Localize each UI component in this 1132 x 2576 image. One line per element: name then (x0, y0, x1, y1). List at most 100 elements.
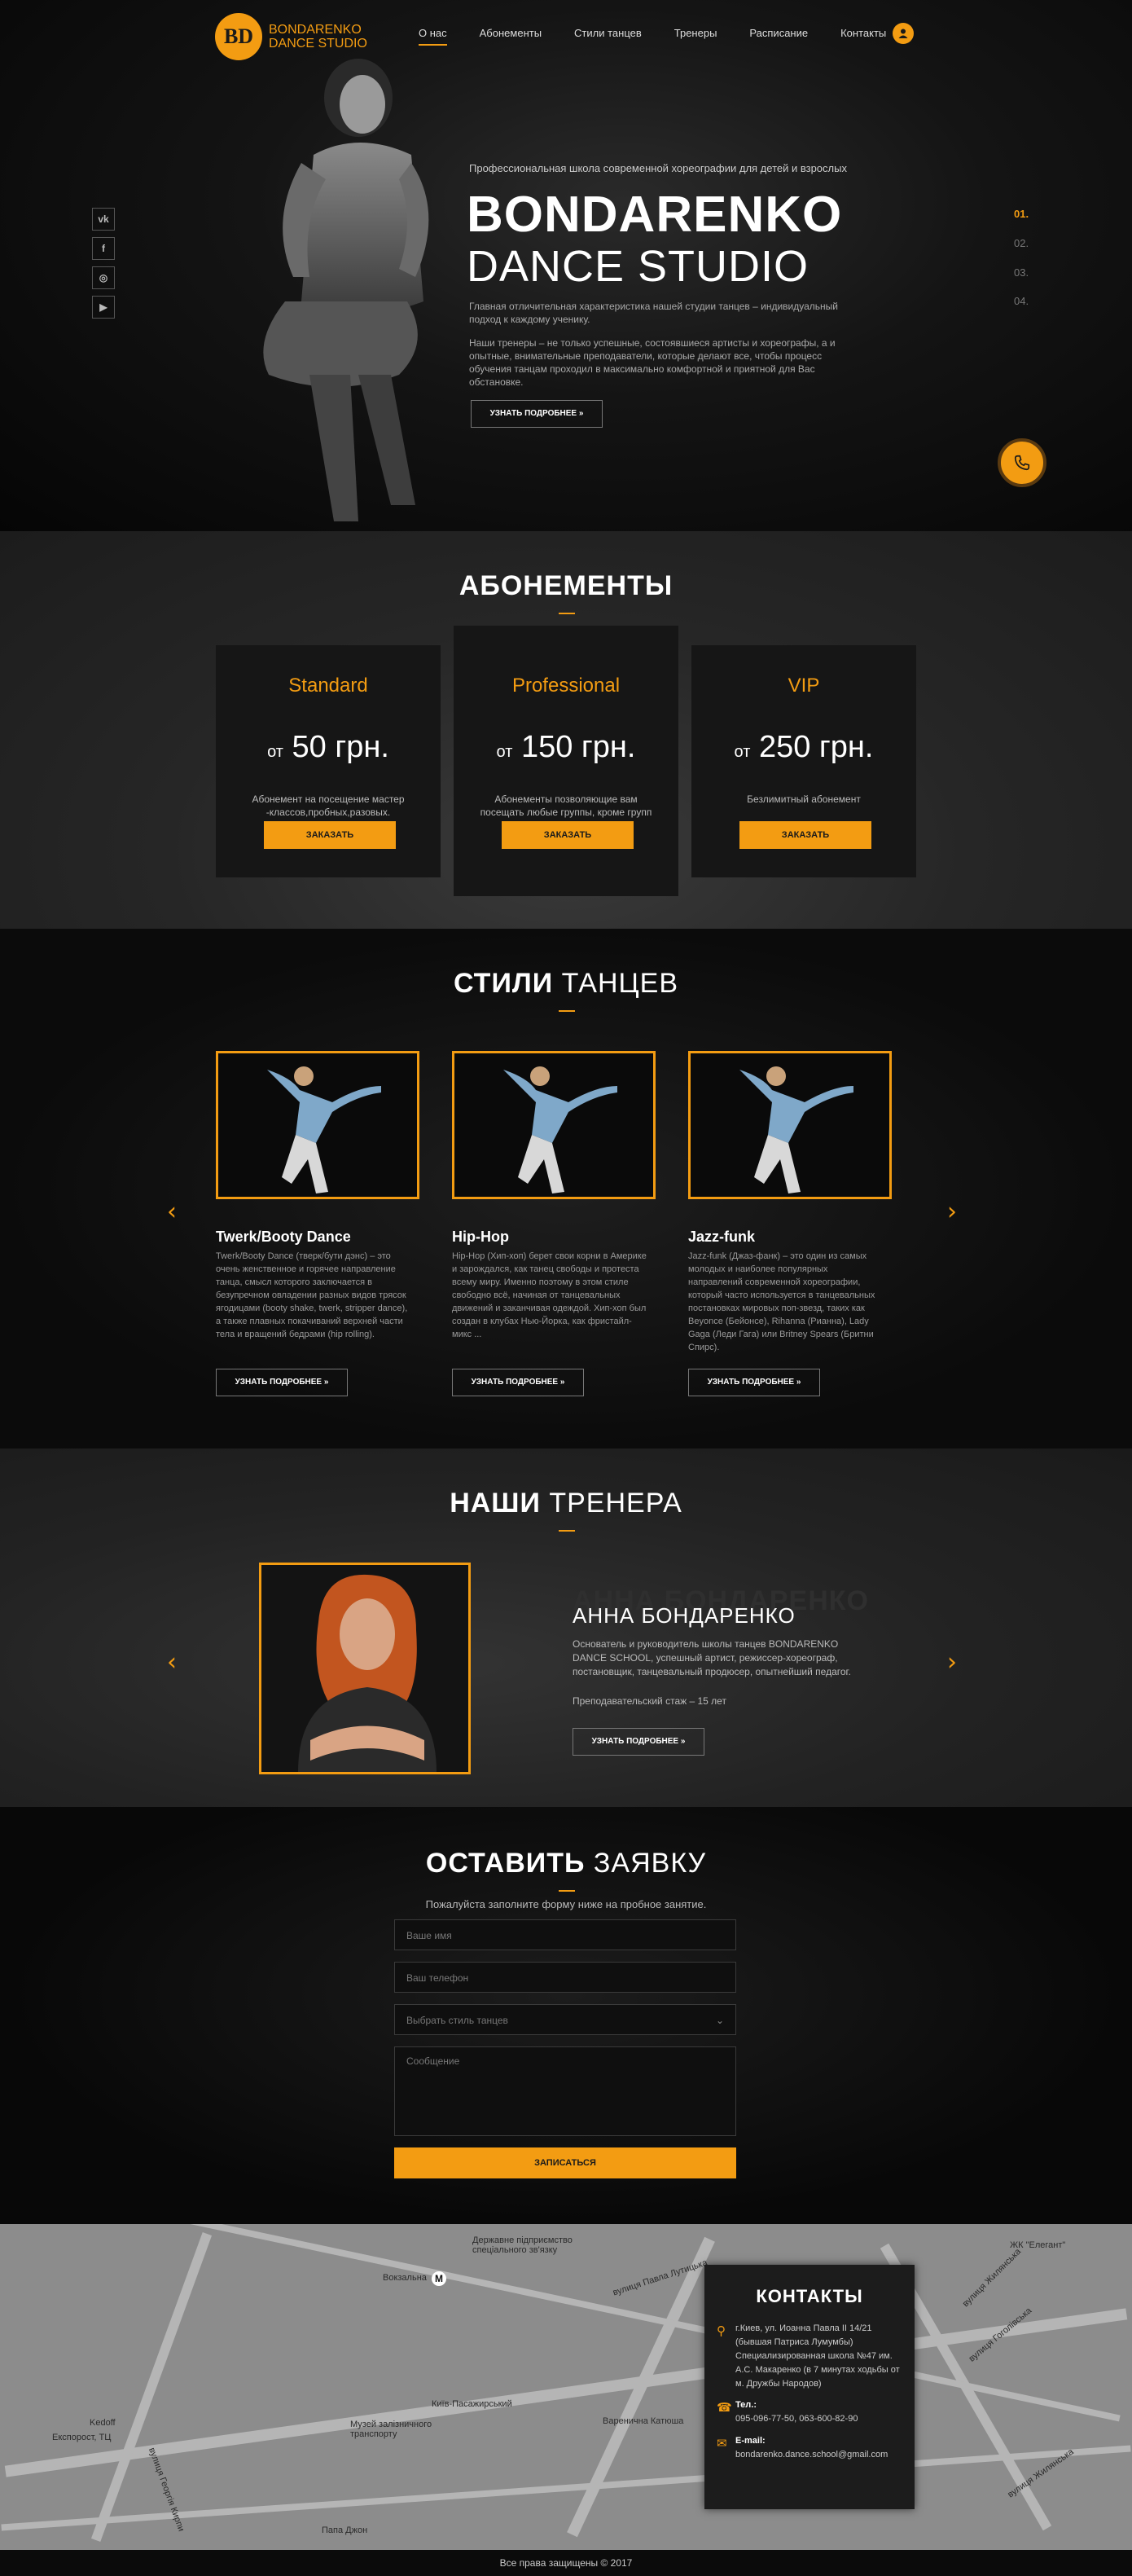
map-road (90, 2232, 213, 2542)
plan-price: от 150 грн. (496, 730, 636, 764)
footer: Все права защищены © 2017 (0, 2550, 1132, 2576)
map-label: Музей залізничного транспорту (350, 2420, 432, 2439)
hero-learn-more-button[interactable]: УЗНАТЬ ПОДРОБНЕЕ » (471, 400, 603, 428)
youtube-icon[interactable]: ▶ (92, 296, 115, 319)
dance-learn-more-button[interactable]: УЗНАТЬ ПОДРОБНЕЕ » (688, 1369, 820, 1396)
dance-description: Jazz-funk (Джаз-фанк) – это один из самы… (688, 1251, 875, 1352)
dance-styles-section: СТИЛИ ТАНЦЕВ ‹ › Twerk/Booty Dance Hip-H… (0, 929, 1132, 1448)
contacts-tel[interactable]: 095-096-77-50, 063-600-82-90 (735, 2412, 906, 2426)
submit-button[interactable]: ЗАПИСАТЬСЯ (394, 2147, 736, 2178)
order-button[interactable]: ЗАКАЗАТЬ (502, 821, 634, 849)
logo-line1: BONDARENKO (269, 23, 362, 37)
chevron-down-icon: ⌄ (715, 2015, 724, 2026)
vk-icon[interactable]: vk (92, 208, 115, 231)
hero-paragraph-2: Наши тренеры – не только успешные, состо… (469, 337, 836, 388)
facebook-icon[interactable]: f (92, 237, 115, 260)
main-nav: О нас Абонементы Стили танцев Тренеры Ра… (419, 27, 919, 46)
dance-name: Jazz-funk (688, 1229, 756, 1245)
dance-image-hiphop[interactable] (452, 1051, 656, 1199)
styles-title: СТИЛИ ТАНЦЕВ (453, 968, 679, 999)
location-pin-icon: ⚲ (717, 2324, 726, 2338)
contacts-email[interactable]: bondarenko.dance.school@gmail.com (735, 2448, 906, 2462)
nav-item-subscriptions[interactable]: Абонементы (480, 27, 542, 46)
metro-icon: M (432, 2271, 446, 2286)
map-label: Папа Джон (322, 2525, 368, 2535)
nav-item-schedule[interactable]: Расписание (749, 27, 808, 46)
nav-item-contacts[interactable]: Контакты (840, 27, 886, 46)
logo-text: BONDARENKO DANCE STUDIO (269, 23, 367, 51)
pricing-title: АБОНЕМЕНТЫ (459, 570, 673, 601)
dance-style-select[interactable]: Выбрать стиль танцев ⌄ (394, 2004, 736, 2035)
plan-name: VIP (788, 675, 820, 697)
plan-card-standard: Standard от 50 грн. Абонемент на посещен… (216, 645, 441, 877)
map-section[interactable]: Державне підприємство спеціального зв'яз… (0, 2224, 1132, 2550)
dance-image-twerk[interactable] (216, 1051, 419, 1199)
trainers-title: НАШИ ТРЕНЕРА (450, 1488, 682, 1519)
styles-prev-arrow[interactable]: ‹ (167, 1198, 177, 1226)
styles-title-underline (559, 1010, 575, 1012)
dance-learn-more-button[interactable]: УЗНАТЬ ПОДРОБНЕЕ » (216, 1369, 348, 1396)
form-title: ОСТАВИТЬ ЗАЯВКУ (425, 1848, 707, 1879)
hero-paragraph-1: Главная отличительная характеристика наш… (469, 301, 839, 325)
logo-mark: BD (215, 13, 262, 60)
dance-name: Hip-Hop (452, 1229, 509, 1245)
trainer-name: АННА БОНДАРЕНКО (573, 1603, 796, 1628)
plan-card-vip: VIP от 250 грн. Безлимитный абонемент ЗА… (691, 645, 916, 877)
contacts-address: г.Киев, ул. Иоанна Павла II 14/21 (бывша… (735, 2323, 900, 2389)
phone-call-button[interactable] (998, 438, 1046, 487)
logo[interactable]: BD BONDARENKO DANCE STUDIO (215, 13, 367, 60)
order-button[interactable]: ЗАКАЗАТЬ (264, 821, 396, 849)
dance-image-jazzfunk[interactable] (688, 1051, 892, 1199)
user-icon[interactable] (893, 23, 914, 44)
dance-description: Twerk/Booty Dance (тверк/бути дэнс) – эт… (216, 1251, 408, 1339)
name-input[interactable]: Ваше имя (394, 1919, 736, 1950)
map-label: ЖК "Елегант" (1010, 2240, 1066, 2250)
trainer-photo[interactable] (259, 1563, 471, 1774)
nav-item-trainers[interactable]: Тренеры (674, 27, 717, 46)
application-form-section: ОСТАВИТЬ ЗАЯВКУ Пожалуйста заполните фор… (0, 1807, 1132, 2224)
plan-price: от 50 грн. (267, 730, 389, 764)
map-label: вулиця Жилянська (960, 2246, 1024, 2310)
trainers-section: НАШИ ТРЕНЕРА ‹ › АННА БОНДАРЕНКО АННА БО… (0, 1448, 1132, 1807)
plan-description: Абонемент на посещение мастер -классов,п… (252, 793, 405, 818)
trainer-description: Основатель и руководитель школы танцев B… (573, 1638, 851, 1677)
slide-indicator-1[interactable]: 01. (1014, 208, 1029, 220)
pricing-title-underline (559, 613, 575, 614)
nav-item-about[interactable]: О нас (419, 27, 447, 46)
map-label: Вокзальна (383, 2273, 427, 2283)
map-label: Київ-Пасажирський (432, 2399, 512, 2409)
dance-description: Hip-Hop (Хип-хоп) берет свои корни в Аме… (452, 1251, 647, 1339)
plan-card-professional: Professional от 150 грн. Абонементы позв… (454, 626, 678, 896)
dance-learn-more-button[interactable]: УЗНАТЬ ПОДРОБНЕЕ » (452, 1369, 584, 1396)
message-textarea[interactable]: Сообщение (394, 2046, 736, 2136)
plan-name: Standard (288, 675, 368, 697)
hero-section: BD BONDARENKO DANCE STUDIO О нас Абонеме… (0, 0, 1132, 531)
order-button[interactable]: ЗАКАЗАТЬ (739, 821, 871, 849)
phone-input[interactable]: Ваш телефон (394, 1962, 736, 1993)
contacts-email-label: E-mail: (735, 2436, 766, 2446)
contacts-card: КОНТАКТЫ ⚲ г.Киев, ул. Иоанна Павла II 1… (704, 2265, 915, 2509)
trainer-learn-more-button[interactable]: УЗНАТЬ ПОДРОБНЕЕ » (573, 1728, 704, 1756)
slide-indicator-3[interactable]: 03. (1014, 266, 1029, 279)
pricing-section: АБОНЕМЕНТЫ Standard от 50 грн. Абонемент… (0, 531, 1132, 929)
instagram-icon[interactable]: ◎ (92, 266, 115, 289)
slide-indicator-2[interactable]: 02. (1014, 237, 1029, 249)
map-label: Державне підприємство спеціального зв'яз… (472, 2235, 573, 2255)
nav-item-dance-styles[interactable]: Стили танцев (574, 27, 642, 46)
trainers-next-arrow[interactable]: › (947, 1648, 957, 1677)
map-label: Варенична Катюша (603, 2416, 684, 2426)
plan-description: Безлимитный абонемент (747, 793, 861, 805)
hero-title-line2: DANCE STUDIO (467, 242, 810, 291)
logo-line2: DANCE STUDIO (269, 37, 367, 51)
hero-dancer-image (263, 59, 429, 521)
trainers-prev-arrow[interactable]: ‹ (167, 1648, 177, 1677)
trainer-experience: Преподавательский стаж – 15 лет (573, 1695, 726, 1707)
styles-next-arrow[interactable]: › (947, 1198, 957, 1226)
map-label: Kedoff (90, 2418, 116, 2428)
phone-icon (1014, 455, 1030, 471)
map-label: Експорост, ТЦ (52, 2433, 112, 2442)
contacts-tel-label: Тел.: (735, 2400, 757, 2410)
slide-indicator-4[interactable]: 04. (1014, 295, 1029, 307)
copyright-text: Все права защищены © 2017 (499, 2557, 633, 2569)
trainers-title-underline (559, 1530, 575, 1532)
